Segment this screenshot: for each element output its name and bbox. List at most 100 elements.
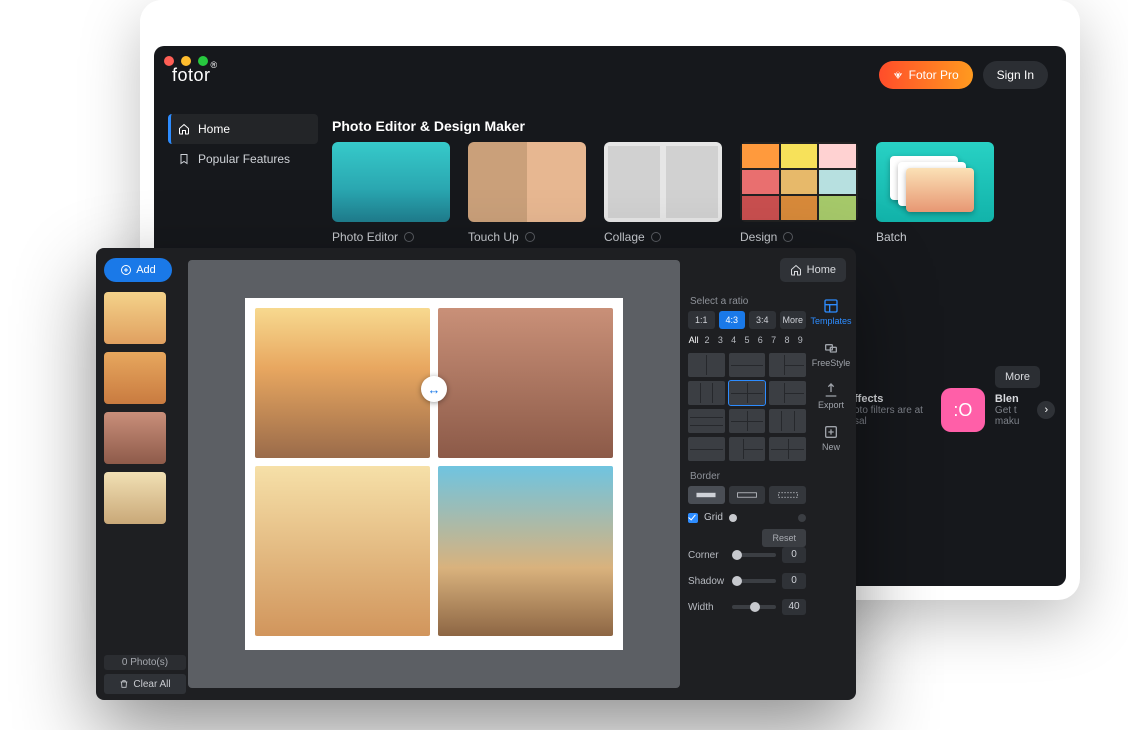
border-pattern-icon — [777, 490, 799, 500]
info-icon — [525, 232, 535, 242]
tab-freestyle[interactable]: FreeStyle — [812, 340, 851, 368]
collage-cell[interactable] — [438, 466, 613, 636]
card-batch[interactable]: Batch — [876, 142, 994, 244]
width-label: Width — [688, 602, 726, 613]
width-slider[interactable] — [732, 605, 776, 609]
info-icon — [651, 232, 661, 242]
border-solid-icon — [695, 490, 717, 500]
collage-board[interactable]: ↔ — [245, 298, 623, 650]
layout-option[interactable] — [688, 409, 725, 433]
trash-icon — [119, 679, 129, 689]
nav-popular-features[interactable]: Popular Features — [168, 144, 318, 174]
home-icon — [178, 123, 190, 135]
color-dot-dark[interactable] — [798, 514, 806, 522]
border-style-solid[interactable] — [688, 486, 725, 504]
ratio-more[interactable]: More — [780, 311, 807, 329]
tab-templates[interactable]: Templates — [810, 298, 851, 326]
count-5[interactable]: 5 — [741, 335, 752, 345]
more-button[interactable]: More — [995, 366, 1040, 388]
border-style-soft[interactable] — [729, 486, 766, 504]
template-panel: Select a ratio 1:1 4:3 3:4 More All 2 3 … — [688, 292, 806, 692]
thumb-photo-editor — [332, 142, 450, 222]
divider-handle[interactable]: ↔ — [421, 376, 447, 402]
export-icon — [823, 382, 839, 398]
photo-count: 0 Photo(s) — [104, 655, 186, 670]
sign-in-button[interactable]: Sign In — [983, 61, 1048, 89]
tray-thumb[interactable] — [104, 352, 166, 404]
count-all[interactable]: All — [688, 335, 699, 345]
blen-icon: :O — [941, 388, 985, 432]
new-icon — [823, 424, 839, 440]
card-touch-up[interactable]: Touch Up — [468, 142, 586, 244]
promo-row: ffects oto filters are at sal :O Blen Ge… — [854, 388, 1055, 432]
promo-effects[interactable]: ffects oto filters are at sal — [854, 393, 923, 427]
nav-home[interactable]: Home — [168, 114, 318, 144]
clear-all-button[interactable]: Clear All — [104, 674, 186, 694]
layout-option[interactable] — [688, 381, 725, 405]
editor-home-button[interactable]: Home — [780, 258, 846, 282]
layout-grid — [688, 353, 806, 461]
count-9[interactable]: 9 — [795, 335, 806, 345]
thumb-design — [740, 142, 858, 222]
card-design[interactable]: Design — [740, 142, 858, 244]
ratio-4-3[interactable]: 4:3 — [719, 311, 746, 329]
promo-blen[interactable]: :O Blen Get t maku — [941, 388, 1019, 432]
grid-checkbox[interactable] — [688, 513, 698, 523]
border-soft-icon — [736, 490, 758, 500]
reset-button[interactable]: Reset — [762, 529, 806, 547]
layout-option[interactable] — [688, 437, 725, 461]
collage-cell[interactable] — [255, 308, 430, 458]
card-photo-editor[interactable]: Photo Editor — [332, 142, 450, 244]
layout-option[interactable] — [769, 353, 806, 377]
layout-option[interactable] — [729, 353, 766, 377]
layout-option[interactable] — [769, 409, 806, 433]
layout-option[interactable] — [729, 437, 766, 461]
collage-cell[interactable] — [255, 466, 430, 636]
corner-slider[interactable] — [732, 553, 776, 557]
editor-right-strip: Templates FreeStyle Export New — [812, 298, 850, 452]
plus-circle-icon — [120, 264, 132, 276]
info-icon — [404, 232, 414, 242]
grid-label: Grid — [704, 512, 723, 523]
sidebar-nav: Home Popular Features — [168, 114, 318, 174]
photo-tray — [104, 292, 174, 646]
carousel-next[interactable]: › — [1037, 401, 1055, 419]
count-3[interactable]: 3 — [715, 335, 726, 345]
grid-color-picker[interactable] — [729, 513, 806, 523]
count-2[interactable]: 2 — [701, 335, 712, 345]
thumb-touch-up — [468, 142, 586, 222]
ratio-1-1[interactable]: 1:1 — [688, 311, 715, 329]
cell-count-row: All 2 3 4 5 6 7 8 9 — [688, 335, 806, 345]
tab-export[interactable]: Export — [818, 382, 844, 410]
layout-option[interactable] — [688, 353, 725, 377]
tray-thumb[interactable] — [104, 412, 166, 464]
collage-editor-window: Add 0 Photo(s) Clear All ↔ Home — [96, 248, 856, 700]
info-icon — [783, 232, 793, 242]
shadow-slider[interactable] — [732, 579, 776, 583]
fotor-pro-button[interactable]: Fotor Pro — [879, 61, 973, 89]
border-style-pattern[interactable] — [769, 486, 806, 504]
thumb-collage — [604, 142, 722, 222]
layout-option[interactable] — [729, 381, 766, 405]
count-6[interactable]: 6 — [755, 335, 766, 345]
layout-option[interactable] — [769, 437, 806, 461]
collage-cell[interactable] — [438, 308, 613, 458]
tray-thumb[interactable] — [104, 472, 166, 524]
count-7[interactable]: 7 — [768, 335, 779, 345]
card-collage[interactable]: Collage — [604, 142, 722, 244]
ratio-3-4[interactable]: 3:4 — [749, 311, 776, 329]
tab-new[interactable]: New — [822, 424, 840, 452]
freestyle-icon — [823, 340, 839, 356]
layout-option[interactable] — [729, 409, 766, 433]
layout-option[interactable] — [769, 381, 806, 405]
add-photo-button[interactable]: Add — [104, 258, 172, 282]
color-dot-light[interactable] — [729, 514, 737, 522]
count-4[interactable]: 4 — [728, 335, 739, 345]
diamond-icon — [893, 70, 903, 80]
corner-label: Corner — [688, 550, 726, 561]
templates-icon — [823, 298, 839, 314]
canvas-area: ↔ — [188, 260, 680, 688]
feature-cards: Photo Editor Touch Up Collage Design Bat… — [332, 142, 1048, 244]
count-8[interactable]: 8 — [781, 335, 792, 345]
tray-thumb[interactable] — [104, 292, 166, 344]
